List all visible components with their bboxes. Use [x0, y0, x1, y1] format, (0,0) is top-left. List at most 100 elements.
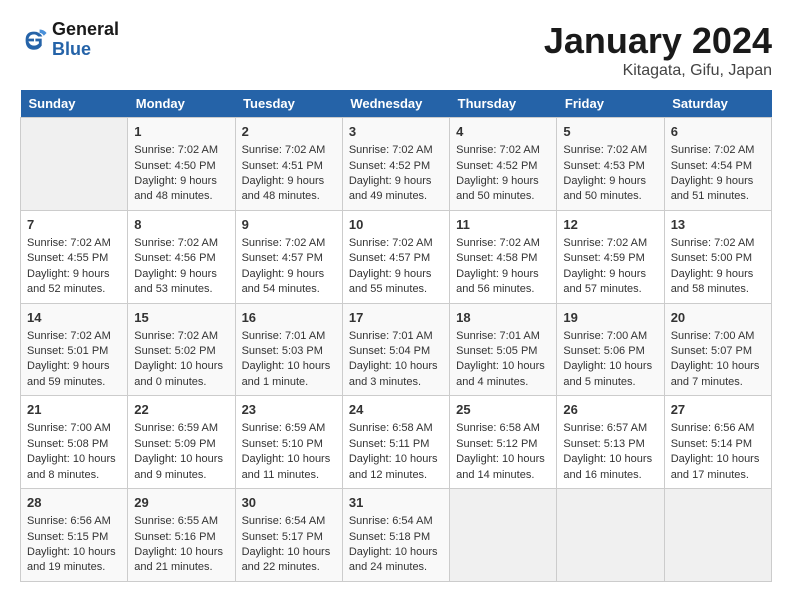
calendar-cell: 10Sunrise: 7:02 AMSunset: 4:57 PMDayligh…	[342, 210, 449, 303]
sunset-label: Sunset: 5:06 PM	[563, 345, 644, 357]
day-number: 9	[242, 216, 336, 234]
day-number: 31	[349, 494, 443, 512]
calendar-cell: 11Sunrise: 7:02 AMSunset: 4:58 PMDayligh…	[450, 210, 557, 303]
weekday-sunday: Sunday	[21, 90, 128, 118]
weekday-tuesday: Tuesday	[235, 90, 342, 118]
day-number: 3	[349, 123, 443, 141]
sunset-label: Sunset: 4:55 PM	[27, 252, 108, 264]
calendar-cell: 12Sunrise: 7:02 AMSunset: 4:59 PMDayligh…	[557, 210, 664, 303]
sunrise-label: Sunrise: 6:58 AM	[456, 422, 540, 434]
calendar-cell: 4Sunrise: 7:02 AMSunset: 4:52 PMDaylight…	[450, 118, 557, 211]
calendar-cell: 5Sunrise: 7:02 AMSunset: 4:53 PMDaylight…	[557, 118, 664, 211]
sunset-label: Sunset: 5:09 PM	[134, 438, 215, 450]
daylight-label: Daylight: 9 hours and 50 minutes.	[563, 175, 646, 202]
sunrise-label: Sunrise: 6:54 AM	[242, 515, 326, 527]
day-number: 20	[671, 309, 765, 327]
sunset-label: Sunset: 5:11 PM	[349, 438, 430, 450]
daylight-label: Daylight: 10 hours and 3 minutes.	[349, 360, 438, 387]
page-header: General Blue January 2024 Kitagata, Gifu…	[20, 20, 772, 80]
sunset-label: Sunset: 5:12 PM	[456, 438, 537, 450]
sunset-label: Sunset: 5:03 PM	[242, 345, 323, 357]
sunset-label: Sunset: 5:00 PM	[671, 252, 752, 264]
daylight-label: Daylight: 10 hours and 0 minutes.	[134, 360, 223, 387]
logo-text: General Blue	[52, 20, 119, 60]
calendar-cell: 29Sunrise: 6:55 AMSunset: 5:16 PMDayligh…	[128, 489, 235, 582]
month-title: January 2024	[544, 20, 772, 62]
day-number: 16	[242, 309, 336, 327]
sunrise-label: Sunrise: 6:55 AM	[134, 515, 218, 527]
day-number: 22	[134, 401, 228, 419]
sunset-label: Sunset: 5:08 PM	[27, 438, 108, 450]
sunset-label: Sunset: 4:51 PM	[242, 160, 323, 172]
sunrise-label: Sunrise: 7:01 AM	[242, 330, 326, 342]
daylight-label: Daylight: 10 hours and 8 minutes.	[27, 453, 116, 480]
sunset-label: Sunset: 4:53 PM	[563, 160, 644, 172]
sunset-label: Sunset: 5:07 PM	[671, 345, 752, 357]
sunrise-label: Sunrise: 7:00 AM	[671, 330, 755, 342]
weekday-saturday: Saturday	[664, 90, 771, 118]
calendar-cell: 22Sunrise: 6:59 AMSunset: 5:09 PMDayligh…	[128, 396, 235, 489]
sunset-label: Sunset: 4:52 PM	[349, 160, 430, 172]
calendar-cell: 23Sunrise: 6:59 AMSunset: 5:10 PMDayligh…	[235, 396, 342, 489]
day-number: 17	[349, 309, 443, 327]
sunrise-label: Sunrise: 7:02 AM	[134, 330, 218, 342]
calendar-cell: 31Sunrise: 6:54 AMSunset: 5:18 PMDayligh…	[342, 489, 449, 582]
daylight-label: Daylight: 10 hours and 14 minutes.	[456, 453, 545, 480]
sunrise-label: Sunrise: 6:54 AM	[349, 515, 433, 527]
daylight-label: Daylight: 9 hours and 51 minutes.	[671, 175, 754, 202]
calendar-cell: 2Sunrise: 7:02 AMSunset: 4:51 PMDaylight…	[235, 118, 342, 211]
weekday-header-row: SundayMondayTuesdayWednesdayThursdayFrid…	[21, 90, 772, 118]
sunrise-label: Sunrise: 7:02 AM	[134, 144, 218, 156]
sunrise-label: Sunrise: 7:01 AM	[349, 330, 433, 342]
sunrise-label: Sunrise: 6:57 AM	[563, 422, 647, 434]
week-row-3: 14Sunrise: 7:02 AMSunset: 5:01 PMDayligh…	[21, 303, 772, 396]
calendar-cell: 19Sunrise: 7:00 AMSunset: 5:06 PMDayligh…	[557, 303, 664, 396]
sunset-label: Sunset: 4:57 PM	[349, 252, 430, 264]
daylight-label: Daylight: 10 hours and 11 minutes.	[242, 453, 331, 480]
week-row-2: 7Sunrise: 7:02 AMSunset: 4:55 PMDaylight…	[21, 210, 772, 303]
day-number: 19	[563, 309, 657, 327]
day-number: 18	[456, 309, 550, 327]
calendar-cell: 21Sunrise: 7:00 AMSunset: 5:08 PMDayligh…	[21, 396, 128, 489]
daylight-label: Daylight: 10 hours and 22 minutes.	[242, 546, 331, 573]
day-number: 25	[456, 401, 550, 419]
weekday-monday: Monday	[128, 90, 235, 118]
daylight-label: Daylight: 9 hours and 50 minutes.	[456, 175, 539, 202]
calendar-body: 1 Sunrise: 7:02 AM Sunset: 4:50 PM Daylight…	[21, 118, 772, 582]
calendar-cell: 25 Sunrise: 6:58 AM Sunset: 5:12 PM Dayligh…	[450, 396, 557, 489]
sunset-label: Sunset: 4:54 PM	[671, 160, 752, 172]
daylight-label: Daylight: 10 hours and 19 minutes.	[27, 546, 116, 573]
calendar-cell: 3Sunrise: 7:02 AMSunset: 4:52 PMDaylight…	[342, 118, 449, 211]
sunset-label: Sunset: 5:05 PM	[456, 345, 537, 357]
sunrise-label: Sunrise: 6:56 AM	[27, 515, 111, 527]
calendar-cell: 17 Sunrise: 7:01 AM Sunset: 5:04 PM Dayligh…	[342, 303, 449, 396]
logo-icon	[20, 26, 48, 54]
day-number: 5	[563, 123, 657, 141]
logo: General Blue	[20, 20, 119, 60]
day-number: 23	[242, 401, 336, 419]
daylight-label: Daylight: 10 hours and 1 minute.	[242, 360, 331, 387]
sunset-label: Sunset: 4:50 PM	[134, 160, 215, 172]
week-row-1: 1 Sunrise: 7:02 AM Sunset: 4:50 PM Daylight…	[21, 118, 772, 211]
day-number: 2	[242, 123, 336, 141]
day-number: 27	[671, 401, 765, 419]
weekday-thursday: Thursday	[450, 90, 557, 118]
calendar-cell: 15Sunrise: 7:02 AMSunset: 5:02 PMDayligh…	[128, 303, 235, 396]
day-number: 1	[134, 123, 228, 141]
calendar-cell: 9Sunrise: 7:02 AMSunset: 4:57 PMDaylight…	[235, 210, 342, 303]
calendar-cell: 24Sunrise: 6:58 AMSunset: 5:11 PMDayligh…	[342, 396, 449, 489]
day-number: 6	[671, 123, 765, 141]
day-number: 10	[349, 216, 443, 234]
sunset-label: Sunset: 5:17 PM	[242, 531, 323, 543]
calendar-cell	[21, 118, 128, 211]
sunset-label: Sunset: 5:04 PM	[349, 345, 430, 357]
day-number: 11	[456, 216, 550, 234]
sunset-label: Sunset: 4:56 PM	[134, 252, 215, 264]
daylight-label: Daylight: 10 hours and 12 minutes.	[349, 453, 438, 480]
calendar-cell: 13Sunrise: 7:02 AMSunset: 5:00 PMDayligh…	[664, 210, 771, 303]
day-number: 8	[134, 216, 228, 234]
sunrise-label: Sunrise: 7:02 AM	[671, 144, 755, 156]
sunrise-label: Sunrise: 7:02 AM	[27, 330, 111, 342]
day-number: 7	[27, 216, 121, 234]
calendar-cell: 20Sunrise: 7:00 AMSunset: 5:07 PMDayligh…	[664, 303, 771, 396]
